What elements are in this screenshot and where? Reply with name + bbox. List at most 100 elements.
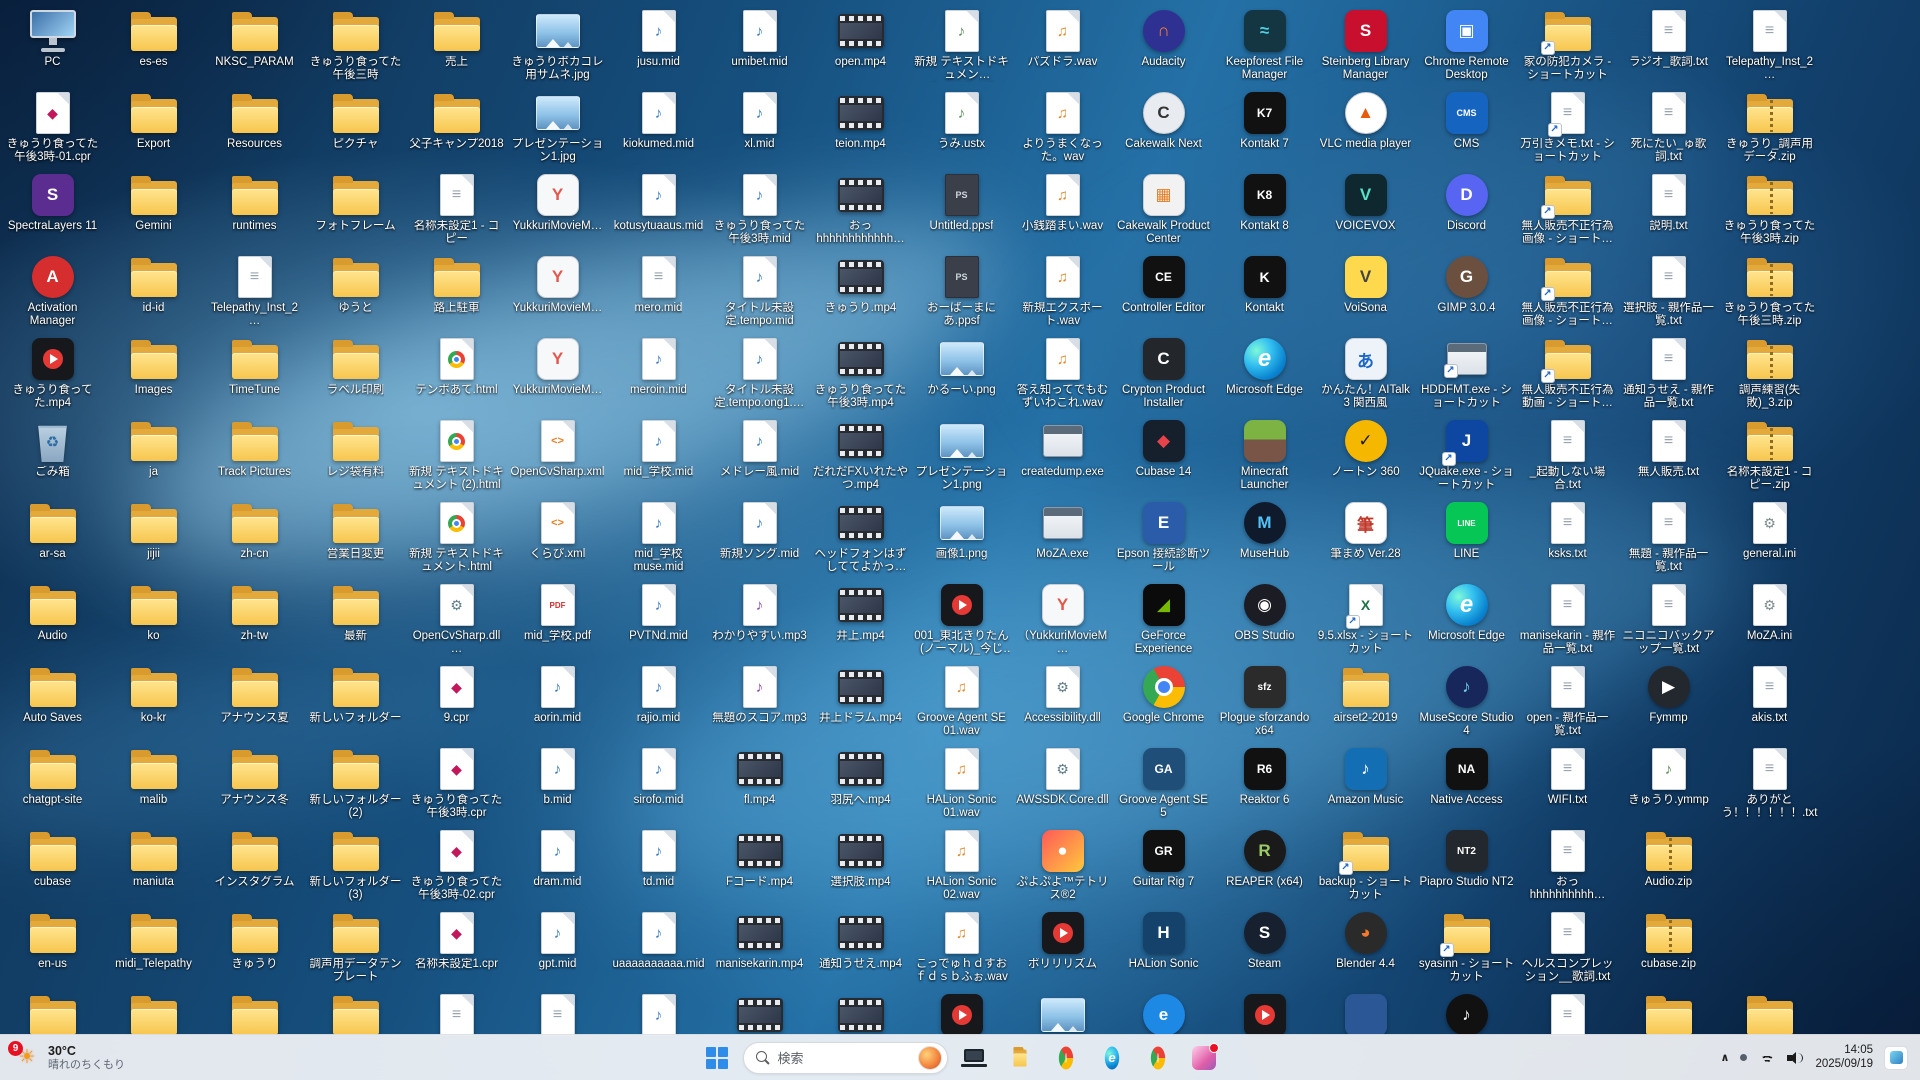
desktop-icon[interactable]: ピクチャ	[305, 88, 406, 170]
tray-status-icon[interactable]	[1740, 1054, 1747, 1061]
desktop-icon[interactable]: ▦Cakewalk Product Center	[1113, 170, 1214, 252]
desktop-icon[interactable]: ◢GeForce Experience	[1113, 580, 1214, 662]
desktop-icon[interactable]: ♫HALion Sonic 01.wav	[911, 744, 1012, 826]
desktop-icon[interactable]: ♪Amazon Music	[1315, 744, 1416, 826]
desktop-icon[interactable]: ◆きゅうり食ってた午後3時-01.cpr	[2, 88, 103, 170]
desktop-icon[interactable]: ≡通知うせえ - 親作品一覧.txt	[1618, 334, 1719, 416]
desktop-icon[interactable]: Audio	[2, 580, 103, 662]
desktop-icon[interactable]: ♪PVTNd.mid	[608, 580, 709, 662]
desktop-icon[interactable]: ♪きゅうり食ってた午後3時.mid	[709, 170, 810, 252]
taskbar-clock[interactable]: 14:05 2025/09/19	[1815, 1044, 1873, 1071]
desktop-icon[interactable]: en-us	[2, 908, 103, 990]
desktop-icon[interactable]: ポリリリズム	[1012, 908, 1113, 990]
desktop-icon[interactable]: ラベル印刷	[305, 334, 406, 416]
desktop-icon[interactable]: 新規 テキストドキュメント.html	[406, 498, 507, 580]
desktop-icon[interactable]: 調声練習(失敗)_3.zip	[1719, 334, 1820, 416]
desktop-icon[interactable]: 路上駐車	[406, 252, 507, 334]
desktop-icon[interactable]: VVOICEVOX	[1315, 170, 1416, 252]
desktop-icon[interactable]: 新しいフォルダー (2)	[305, 744, 406, 826]
desktop-icon[interactable]: 通知うせえ.mp4	[810, 908, 911, 990]
desktop-icon[interactable]: ∩Audacity	[1113, 6, 1214, 88]
desktop-icon[interactable]: SSteinberg Library Manager	[1315, 6, 1416, 88]
desktop-icon[interactable]: ♫答え知ってでもむずいわこれ.wav	[1012, 334, 1113, 416]
desktop-icon[interactable]: おっhhhhhhhhhhhh…	[810, 170, 911, 252]
desktop-icon[interactable]: cubase.zip	[1618, 908, 1719, 990]
desktop-icon[interactable]: Export	[103, 88, 204, 170]
desktop-icon[interactable]: ごみ箱	[2, 416, 103, 498]
desktop-icon[interactable]: ♪新規ソング.mid	[709, 498, 810, 580]
desktop-icon[interactable]: YYukkuriMovieM…	[507, 252, 608, 334]
desktop-icon[interactable]: Gemini	[103, 170, 204, 252]
desktop-icon[interactable]: ♪meroin.mid	[608, 334, 709, 416]
desktop-icon[interactable]: きゅうり	[204, 908, 305, 990]
desktop-icon[interactable]: アナウンス夏	[204, 662, 305, 744]
desktop-icon[interactable]: ▶Fymmp	[1618, 662, 1719, 744]
desktop-icon[interactable]: ar-sa	[2, 498, 103, 580]
desktop-icon[interactable]: ≡Telepathy_Inst_2…	[1719, 6, 1820, 88]
tray-app-icon[interactable]	[1884, 1046, 1908, 1070]
desktop-icon[interactable]: Track Pictures	[204, 416, 305, 498]
desktop-icon[interactable]: きゅうり_調声用データ.zip	[1719, 88, 1820, 170]
desktop-icon[interactable]: ⚙OpenCvSharp.dll…	[406, 580, 507, 662]
desktop-icon[interactable]: Y（YukkuriMovieM…	[1012, 580, 1113, 662]
desktop-icon[interactable]: きゅうり.mp4	[810, 252, 911, 334]
desktop-icon[interactable]: 選択肢.mp4	[810, 826, 911, 908]
desktop-icon[interactable]: manisekarin.mp4	[709, 908, 810, 990]
desktop-icon[interactable]: zh-cn	[204, 498, 305, 580]
desktop-icon[interactable]: CEController Editor	[1113, 252, 1214, 334]
desktop-icon[interactable]: ⚙MoZA.ini	[1719, 580, 1820, 662]
desktop-icon[interactable]: TimeTune	[204, 334, 305, 416]
desktop-icon[interactable]: chatgpt-site	[2, 744, 103, 826]
desktop-icon[interactable]: 筆筆まめ Ver.28	[1315, 498, 1416, 580]
desktop-icon[interactable]: ♫パズドラ.wav	[1012, 6, 1113, 88]
desktop-icon[interactable]: ♪kotusytuaaus.mid	[608, 170, 709, 252]
desktop-icon[interactable]: きゅうり食ってた.mp4	[2, 334, 103, 416]
pinned-pink-app-button[interactable]	[1184, 1038, 1224, 1078]
desktop-icon[interactable]: cubase	[2, 826, 103, 908]
desktop-icon[interactable]: R6Reaktor 6	[1214, 744, 1315, 826]
desktop-icon[interactable]: 父子キャンプ2018	[406, 88, 507, 170]
desktop-icon[interactable]: YYukkuriMovieM…	[507, 170, 608, 252]
desktop-icon[interactable]: プレゼンテーション1.jpg	[507, 88, 608, 170]
desktop-icon[interactable]: ≡説明.txt	[1618, 170, 1719, 252]
desktop-icon[interactable]: ♪mid_学校.mid	[608, 416, 709, 498]
desktop-icon[interactable]: ♪うみ.ustx	[911, 88, 1012, 170]
desktop-icon[interactable]: ♪新規 テキストドキュメント.musicxml	[911, 6, 1012, 88]
desktop-icon[interactable]: ≈Keepforest File Manager	[1214, 6, 1315, 88]
desktop-icon[interactable]: GGIMP 3.0.4	[1416, 252, 1517, 334]
desktop-icon[interactable]: ♪umibet.mid	[709, 6, 810, 88]
desktop-icon[interactable]: ≡無題 - 親作品一覧.txt	[1618, 498, 1719, 580]
desktop-icon[interactable]: KKontakt	[1214, 252, 1315, 334]
desktop-icon[interactable]: ♪kiokumed.mid	[608, 88, 709, 170]
desktop-icon[interactable]: 調声用データテンプレート	[305, 908, 406, 990]
desktop-icon[interactable]: 名称未設定1 - コピー.zip	[1719, 416, 1820, 498]
desktop-icon[interactable]: ヘッドフォンはずしててよかった.mp4	[810, 498, 911, 580]
desktop-icon[interactable]: 新しいフォルダー (3)	[305, 826, 406, 908]
desktop-icon[interactable]: EEpson 接続診断ツール	[1113, 498, 1214, 580]
desktop-icon[interactable]: PDFmid_学校.pdf	[507, 580, 608, 662]
desktop-icon[interactable]: ♪わかりやすい.mp3	[709, 580, 810, 662]
desktop-icon[interactable]: 新しいフォルダー	[305, 662, 406, 744]
desktop-icon[interactable]: ♪MuseScore Studio 4	[1416, 662, 1517, 744]
desktop-icon[interactable]: 売上	[406, 6, 507, 88]
start-button[interactable]	[697, 1038, 737, 1078]
desktop-icon[interactable]: jijii	[103, 498, 204, 580]
desktop-icon[interactable]: ja	[103, 416, 204, 498]
desktop-icon[interactable]: ↗HDDFMT.exe - ショートカット	[1416, 334, 1517, 416]
desktop-icon[interactable]: ko-kr	[103, 662, 204, 744]
desktop-icon[interactable]: 画像1.png	[911, 498, 1012, 580]
desktop-icon[interactable]: ♪xl.mid	[709, 88, 810, 170]
desktop-icon[interactable]: MoZA.exe	[1012, 498, 1113, 580]
desktop-icon[interactable]: きゅうり食ってた午後三時.zip	[1719, 252, 1820, 334]
search-highlight-avatar[interactable]	[918, 1046, 942, 1070]
tray-chevron-up-icon[interactable]: ∧	[1721, 1051, 1730, 1064]
desktop-icon[interactable]: ♪rajio.mid	[608, 662, 709, 744]
desktop-icon[interactable]: だれだFXいれたやつ.mp4	[810, 416, 911, 498]
desktop-icon[interactable]: かるーい.png	[911, 334, 1012, 416]
desktop-icon[interactable]: 新規 テキストドキュメント (2).html	[406, 416, 507, 498]
desktop-icon[interactable]: PSおーばーまにあ.ppsf	[911, 252, 1012, 334]
desktop-icon[interactable]: zh-tw	[204, 580, 305, 662]
desktop-icon[interactable]: ♫よりうまくなった。wav	[1012, 88, 1113, 170]
desktop-icon[interactable]: ♪メドレー風.mid	[709, 416, 810, 498]
desktop-icon[interactable]: ◆名称未設定1.cpr	[406, 908, 507, 990]
